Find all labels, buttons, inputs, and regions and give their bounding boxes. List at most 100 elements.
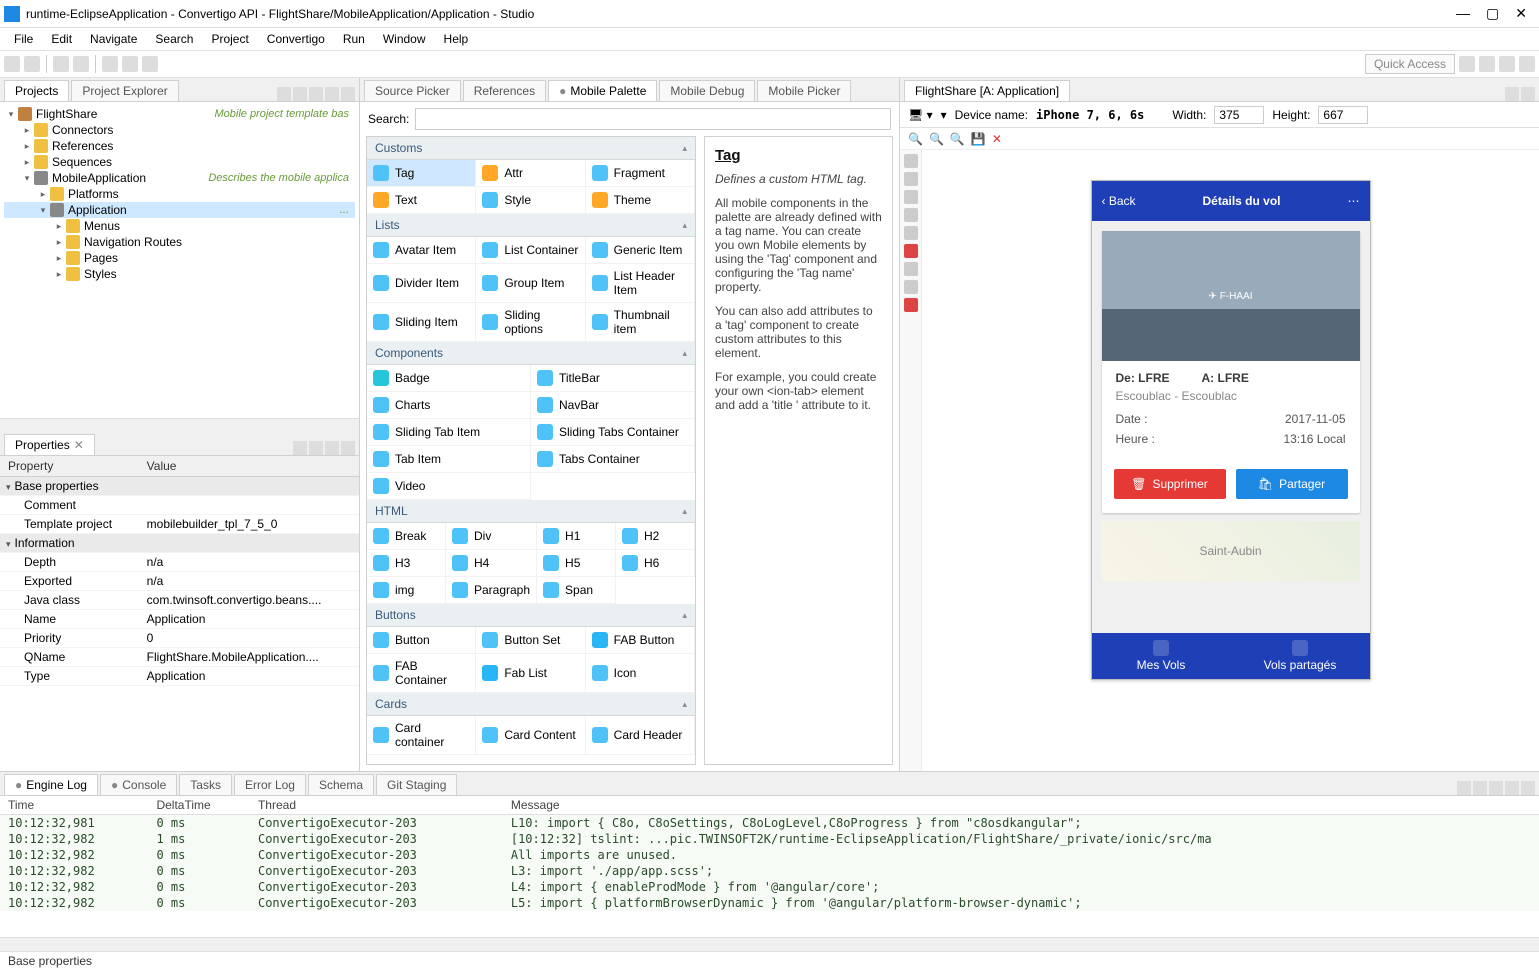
palette-item[interactable]: Avatar Item — [367, 237, 476, 264]
palette-group-customs[interactable]: Customs▴ — [367, 137, 695, 160]
palette-item-fragment[interactable]: Fragment — [586, 160, 695, 187]
share-button[interactable]: 🛍Partager — [1236, 469, 1348, 499]
palette-item[interactable]: Group Item — [476, 264, 585, 303]
tab-schema[interactable]: Schema — [308, 774, 374, 795]
palette-item[interactable]: Card Content — [476, 716, 585, 755]
toolbar-icon[interactable] — [53, 56, 69, 72]
tab-projects[interactable]: Projects — [4, 80, 69, 101]
toolbar-icon[interactable] — [73, 56, 89, 72]
log-row[interactable]: 10:12:32,982 1 msConvertigoExecutor-203[… — [0, 831, 1539, 847]
palette-item-style[interactable]: Style — [476, 187, 585, 214]
tree-node-mobileapp[interactable]: ▾MobileApplicationDescribes the mobile a… — [4, 170, 355, 186]
palette-item[interactable]: Sliding options — [476, 303, 585, 342]
width-input[interactable] — [1214, 106, 1264, 124]
palette-group-cards[interactable]: Cards▴ — [367, 693, 695, 716]
col-property[interactable]: Property — [0, 456, 139, 477]
palette-item[interactable]: TitleBar — [531, 365, 695, 392]
tab-tasks[interactable]: Tasks — [179, 774, 232, 795]
palette-group-components[interactable]: Components▴ — [367, 342, 695, 365]
menu-navigate[interactable]: Navigate — [82, 30, 145, 48]
palette-item[interactable]: Fab List — [476, 654, 585, 693]
palette-group-html[interactable]: HTML▴ — [367, 500, 695, 523]
palette-group-lists[interactable]: Lists▴ — [367, 214, 695, 237]
side-icon[interactable] — [904, 172, 918, 186]
palette-item[interactable]: Generic Item — [586, 237, 695, 264]
log-row[interactable]: 10:12:32,981 0 msConvertigoExecutor-203 … — [0, 815, 1539, 832]
perspective-icon[interactable] — [1479, 56, 1495, 72]
menu-run[interactable]: Run — [335, 30, 373, 48]
palette-item[interactable]: Card container — [367, 716, 476, 755]
nav-my-flights[interactable]: Mes Vols — [1092, 633, 1231, 679]
menu-window[interactable]: Window — [375, 30, 434, 48]
save-icon[interactable]: 💾 — [971, 132, 986, 146]
palette-item[interactable]: Button Set — [476, 627, 585, 654]
toolbar-icon[interactable] — [24, 56, 40, 72]
tree-node-navroutes[interactable]: ▸Navigation Routes — [4, 234, 355, 250]
log-scrollbar[interactable] — [0, 937, 1539, 951]
prop-row[interactable]: Exportedn/a — [0, 571, 359, 590]
tree-node-flightshare[interactable]: ▾FlightShareMobile project template bas — [4, 106, 355, 122]
log-row[interactable]: 10:12:32,982 0 msConvertigoExecutor-203 … — [0, 863, 1539, 879]
toolbar-icon[interactable] — [4, 56, 20, 72]
palette-item[interactable]: H3 — [367, 550, 446, 577]
palette-item[interactable]: H5 — [537, 550, 616, 577]
delete-icon[interactable]: ✕ — [992, 132, 1002, 146]
palette-item[interactable]: FAB Container — [367, 654, 476, 693]
tab-error-log[interactable]: Error Log — [234, 774, 306, 795]
minimize-button[interactable]: — — [1456, 5, 1470, 22]
col-message[interactable]: Message — [503, 796, 1539, 815]
menu-search[interactable]: Search — [147, 30, 201, 48]
palette-item[interactable]: Tab Item — [367, 446, 531, 473]
palette-item[interactable]: Button — [367, 627, 476, 654]
palette-group-buttons[interactable]: Buttons▴ — [367, 604, 695, 627]
palette-item[interactable]: Video — [367, 473, 531, 500]
menu-edit[interactable]: Edit — [43, 30, 80, 48]
props-icon[interactable] — [325, 441, 339, 455]
prop-row[interactable]: Depthn/a — [0, 552, 359, 571]
tab-engine-log[interactable]: ●Engine Log — [4, 774, 98, 795]
col-delta[interactable]: DeltaTime — [148, 796, 250, 815]
view-icon[interactable] — [1505, 87, 1519, 101]
side-icon[interactable] — [904, 190, 918, 204]
menu-convertigo[interactable]: Convertigo — [259, 30, 333, 48]
tab-mobile-debug[interactable]: Mobile Debug — [659, 80, 755, 101]
props-icon[interactable] — [293, 441, 307, 455]
zoom-icon[interactable]: 🔍 — [950, 132, 965, 146]
view-icon[interactable] — [277, 87, 291, 101]
prop-row[interactable]: Template projectmobilebuilder_tpl_7_5_0 — [0, 514, 359, 533]
tree-node-menus[interactable]: ▸Menus — [4, 218, 355, 234]
side-icon[interactable] — [904, 262, 918, 276]
prop-row[interactable]: QNameFlightShare.MobileApplication.... — [0, 647, 359, 666]
log-row[interactable]: 10:12:32,982 0 msConvertigoExecutor-203 … — [0, 847, 1539, 863]
prop-row[interactable]: Java classcom.twinsoft.convertigo.beans.… — [0, 590, 359, 609]
more-icon[interactable]: ⋯ — [1348, 194, 1360, 208]
palette-item[interactable]: H2 — [616, 523, 695, 550]
tab-console[interactable]: ●Console — [100, 774, 177, 795]
perspective-icon[interactable] — [1519, 56, 1535, 72]
palette-item[interactable]: List Header Item — [586, 264, 695, 303]
menu-help[interactable]: Help — [436, 30, 477, 48]
refresh-icon[interactable] — [904, 244, 918, 258]
menu-project[interactable]: Project — [203, 30, 256, 48]
side-icon[interactable] — [904, 154, 918, 168]
palette-item[interactable]: NavBar — [531, 392, 695, 419]
palette-item[interactable]: Divider Item — [367, 264, 476, 303]
palette-item[interactable]: FAB Button — [586, 627, 695, 654]
view-menu-icon[interactable] — [341, 87, 355, 101]
close-button[interactable]: ✕ — [1515, 5, 1527, 22]
toolbar-icon[interactable] — [142, 56, 158, 72]
view-icon[interactable] — [1521, 87, 1535, 101]
prop-row[interactable]: Comment — [0, 495, 359, 514]
toolbar-icon[interactable] — [122, 56, 138, 72]
tab-flightshare-app[interactable]: FlightShare [A: Application] — [904, 80, 1070, 101]
palette-item-tag[interactable]: Tag — [367, 160, 476, 187]
toolbar-icon[interactable] — [102, 56, 118, 72]
view-icon[interactable] — [309, 87, 323, 101]
palette-item[interactable]: List Container — [476, 237, 585, 264]
palette-item[interactable]: H1 — [537, 523, 616, 550]
view-icon[interactable] — [325, 87, 339, 101]
props-icon[interactable] — [341, 441, 355, 455]
tree-scrollbar[interactable] — [0, 418, 359, 432]
prop-row[interactable]: Priority0 — [0, 628, 359, 647]
col-time[interactable]: Time — [0, 796, 148, 815]
